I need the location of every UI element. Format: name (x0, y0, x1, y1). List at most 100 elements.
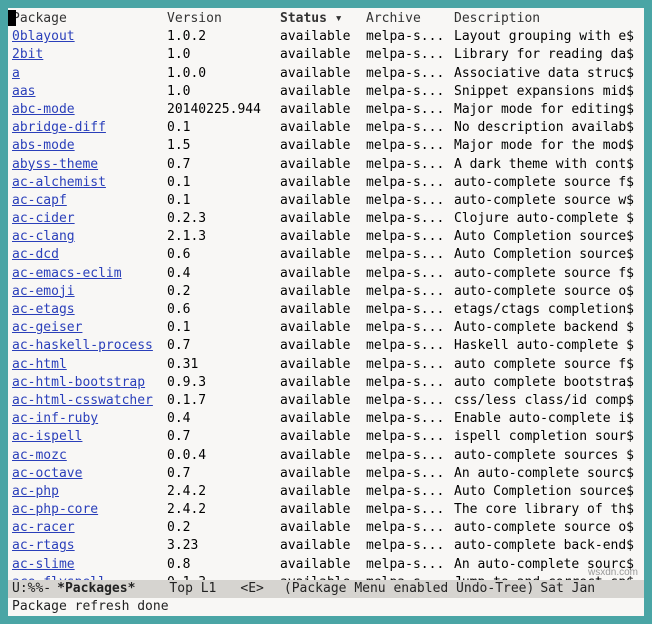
package-row[interactable]: 2bit1.0availablemelpa-s...Library for re… (12, 46, 640, 64)
package-row[interactable]: ac-slime0.8availablemelpa-s...An auto-co… (12, 556, 640, 574)
package-description: The core library of th$ (454, 501, 640, 519)
package-name-link[interactable]: ac-emoji (12, 284, 75, 299)
package-name-link[interactable]: ac-rtags (12, 538, 75, 553)
package-name-link[interactable]: a (12, 66, 20, 81)
package-archive: melpa-s... (366, 483, 454, 501)
package-status: available (280, 319, 366, 337)
package-name-link[interactable]: ac-haskell-process (12, 338, 153, 353)
package-name-link[interactable]: ac-geiser (12, 320, 82, 335)
package-name-link[interactable]: ac-alchemist (12, 175, 106, 190)
package-version: 0.4 (167, 410, 280, 428)
package-row[interactable]: ac-html0.31availablemelpa-s...auto compl… (12, 356, 640, 374)
package-name-link[interactable]: abs-mode (12, 138, 75, 153)
package-name-link[interactable]: aas (12, 84, 35, 99)
package-version: 0.1.7 (167, 392, 280, 410)
package-name-link[interactable]: ac-slime (12, 557, 75, 572)
package-row[interactable]: abs-mode1.5availablemelpa-s...Major mode… (12, 137, 640, 155)
package-row[interactable]: 0blayout1.0.2availablemelpa-s...Layout g… (12, 28, 640, 46)
package-status: available (280, 483, 366, 501)
package-archive: melpa-s... (366, 246, 454, 264)
package-description: Auto Completion source$ (454, 483, 640, 501)
package-row[interactable]: ac-html-bootstrap0.9.3availablemelpa-s..… (12, 374, 640, 392)
package-row[interactable]: ac-haskell-process0.7availablemelpa-s...… (12, 337, 640, 355)
package-version: 0.2 (167, 283, 280, 301)
package-archive: melpa-s... (366, 283, 454, 301)
package-archive: melpa-s... (366, 265, 454, 283)
package-row[interactable]: ac-php-core2.4.2availablemelpa-s...The c… (12, 501, 640, 519)
package-status: available (280, 537, 366, 555)
package-archive: melpa-s... (366, 337, 454, 355)
package-archive: melpa-s... (366, 65, 454, 83)
modeline-buffer-name: *Packages* (57, 580, 135, 598)
package-row[interactable]: ac-dcd0.6availablemelpa-s...Auto Complet… (12, 246, 640, 264)
package-row[interactable]: abc-mode20140225.944availablemelpa-s...M… (12, 101, 640, 119)
minibuffer[interactable]: Package refresh done (8, 598, 644, 616)
package-row[interactable]: ac-clang2.1.3availablemelpa-s...Auto Com… (12, 228, 640, 246)
package-name-link[interactable]: ac-emacs-eclim (12, 266, 122, 281)
package-description: Auto-complete backend $ (454, 319, 640, 337)
package-name-link[interactable]: ac-html (12, 357, 67, 372)
package-name-link[interactable]: ac-racer (12, 520, 75, 535)
package-name-link[interactable]: ac-php-core (12, 502, 98, 517)
package-name-link[interactable]: abyss-theme (12, 157, 98, 172)
package-row[interactable]: abyss-theme0.7availablemelpa-s...A dark … (12, 156, 640, 174)
package-row[interactable]: ac-etags0.6availablemelpa-s...etags/ctag… (12, 301, 640, 319)
package-description: auto-complete source f$ (454, 174, 640, 192)
modeline-modes: (Package Menu enabled Undo-Tree) (284, 580, 534, 598)
header-package[interactable]: Package (12, 10, 167, 28)
package-description: auto-complete source o$ (454, 519, 640, 537)
package-description: auto-complete back-end$ (454, 537, 640, 555)
package-name-link[interactable]: ac-html-csswatcher (12, 393, 153, 408)
package-description: Clojure auto-complete $ (454, 210, 640, 228)
package-description: Associative data struc$ (454, 65, 640, 83)
package-name-link[interactable]: ac-inf-ruby (12, 411, 98, 426)
header-status[interactable]: Status ▾ (280, 10, 366, 28)
header-description[interactable]: Description (454, 10, 640, 28)
package-row[interactable]: ac-html-csswatcher0.1.7availablemelpa-s.… (12, 392, 640, 410)
package-name-link[interactable]: ac-mozc (12, 448, 67, 463)
package-status: available (280, 356, 366, 374)
package-row[interactable]: ac-ispell0.7availablemelpa-s...ispell co… (12, 428, 640, 446)
package-archive: melpa-s... (366, 301, 454, 319)
package-name-link[interactable]: abridge-diff (12, 120, 106, 135)
package-name-link[interactable]: ac-etags (12, 302, 75, 317)
package-row[interactable]: ac-alchemist0.1availablemelpa-s...auto-c… (12, 174, 640, 192)
package-row[interactable]: ac-emoji0.2availablemelpa-s...auto-compl… (12, 283, 640, 301)
package-row[interactable]: aas1.0availablemelpa-s...Snippet expansi… (12, 83, 640, 101)
mode-line: U:%%- *Packages* Top L1 <E> (Package Men… (8, 580, 644, 598)
package-row[interactable]: ac-inf-ruby0.4availablemelpa-s...Enable … (12, 410, 640, 428)
package-row[interactable]: abridge-diff0.1availablemelpa-s...No des… (12, 119, 640, 137)
package-name-link[interactable]: ac-clang (12, 229, 75, 244)
header-archive[interactable]: Archive (366, 10, 454, 28)
package-row[interactable]: ac-geiser0.1availablemelpa-s...Auto-comp… (12, 319, 640, 337)
package-row[interactable]: ac-php2.4.2availablemelpa-s...Auto Compl… (12, 483, 640, 501)
package-name-link[interactable]: ac-capf (12, 193, 67, 208)
package-name-link[interactable]: 2bit (12, 47, 43, 62)
package-row[interactable]: ac-mozc0.0.4availablemelpa-s...auto-comp… (12, 447, 640, 465)
package-description: Snippet expansions mid$ (454, 83, 640, 101)
package-description: An auto-complete sourc$ (454, 465, 640, 483)
package-row[interactable]: ac-racer0.2availablemelpa-s...auto-compl… (12, 519, 640, 537)
package-description: Auto Completion source$ (454, 228, 640, 246)
package-archive: melpa-s... (366, 537, 454, 555)
package-row[interactable]: ac-rtags3.23availablemelpa-s...auto-comp… (12, 537, 640, 555)
package-name-link[interactable]: ac-html-bootstrap (12, 375, 145, 390)
package-name-link[interactable]: 0blayout (12, 29, 75, 44)
package-name-link[interactable]: ac-php (12, 484, 59, 499)
package-name-link[interactable]: ac-ispell (12, 429, 82, 444)
package-list-buffer[interactable]: Package Version Status ▾ Archive Descrip… (8, 8, 644, 580)
package-row[interactable]: ac-cider0.2.3availablemelpa-s...Clojure … (12, 210, 640, 228)
package-version: 0.7 (167, 156, 280, 174)
header-version[interactable]: Version (167, 10, 280, 28)
package-row[interactable]: ac-emacs-eclim0.4availablemelpa-s...auto… (12, 265, 640, 283)
package-name-link[interactable]: ac-dcd (12, 247, 59, 262)
package-name-link[interactable]: abc-mode (12, 102, 75, 117)
package-row[interactable]: a1.0.0availablemelpa-s...Associative dat… (12, 65, 640, 83)
package-row[interactable]: ac-octave0.7availablemelpa-s...An auto-c… (12, 465, 640, 483)
header-row[interactable]: Package Version Status ▾ Archive Descrip… (12, 10, 640, 28)
package-name-link[interactable]: ac-octave (12, 466, 82, 481)
package-row[interactable]: ac-capf0.1availablemelpa-s...auto-comple… (12, 192, 640, 210)
package-name-link[interactable]: ac-cider (12, 211, 75, 226)
package-status: available (280, 246, 366, 264)
package-status: available (280, 192, 366, 210)
